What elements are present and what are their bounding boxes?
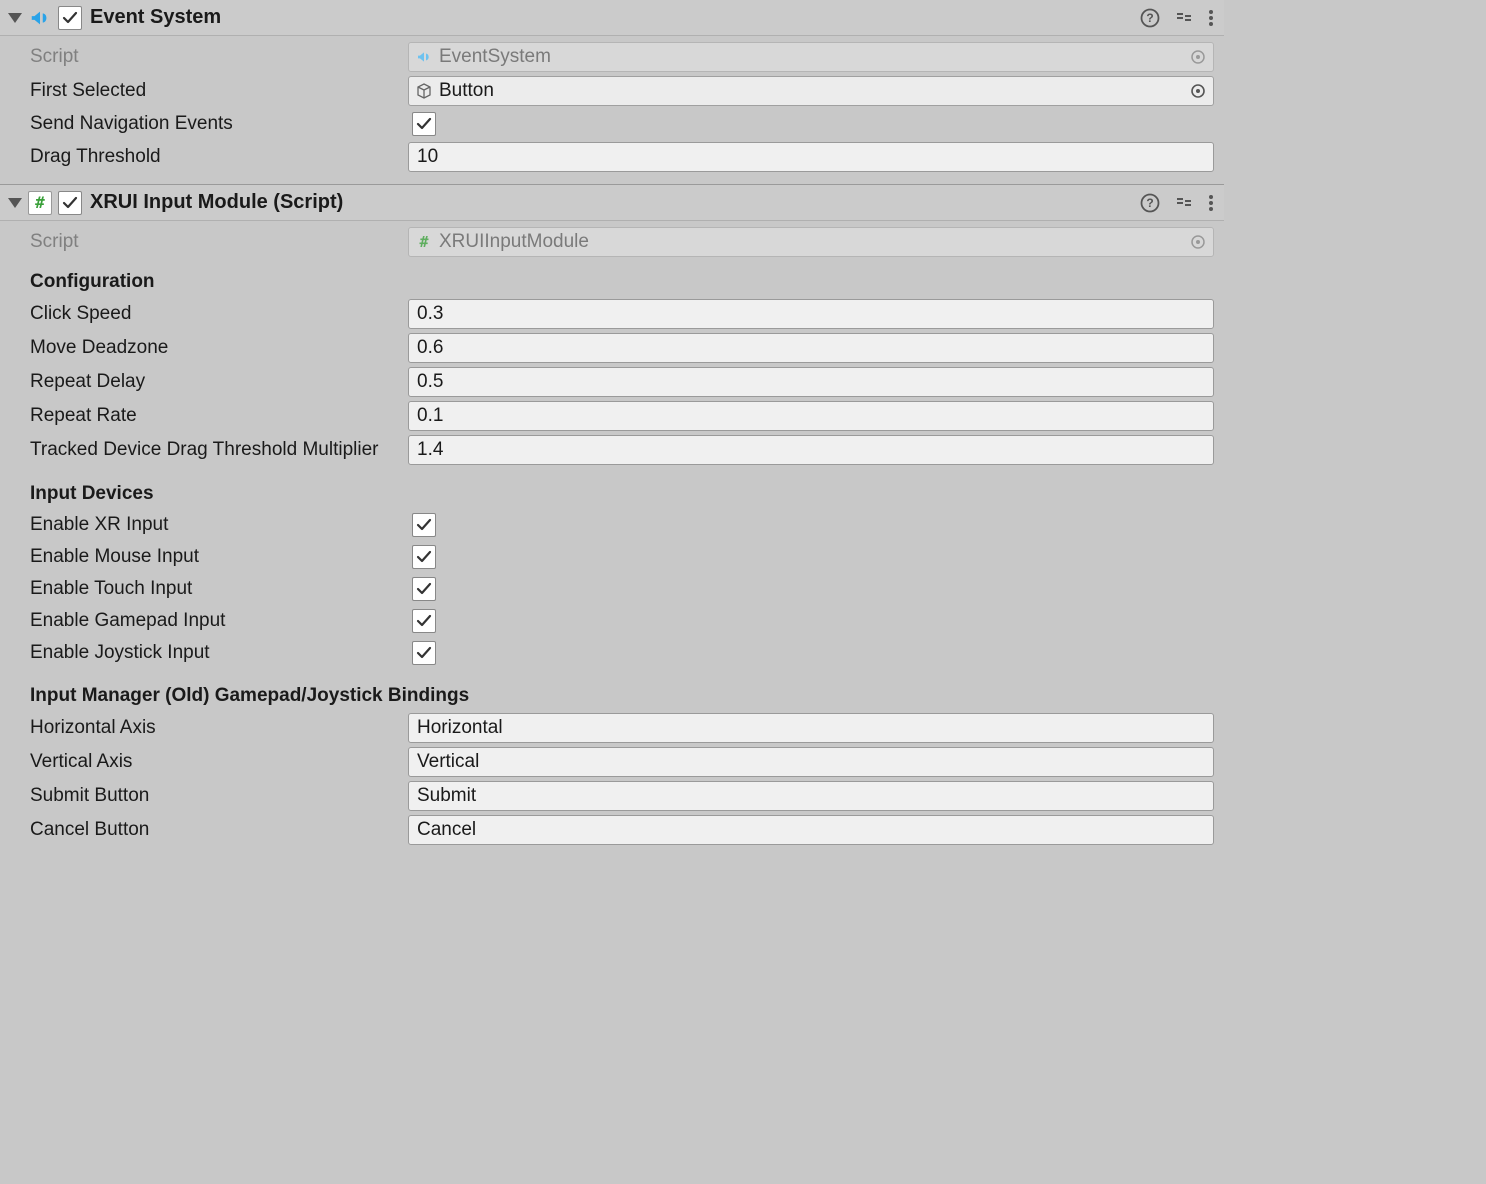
svg-text:?: ? — [1146, 196, 1153, 210]
enable-xr-label: Enable XR Input — [8, 514, 408, 536]
foldout-toggle-icon[interactable] — [8, 198, 22, 208]
move-deadzone-label: Move Deadzone — [8, 337, 408, 359]
repeat-delay-input[interactable] — [408, 367, 1214, 397]
help-icon[interactable]: ? — [1140, 8, 1160, 28]
script-label: Script — [8, 231, 408, 253]
drag-threshold-label: Drag Threshold — [8, 146, 408, 168]
enable-touch-label: Enable Touch Input — [8, 578, 408, 600]
repeat-rate-input[interactable] — [408, 401, 1214, 431]
drag-threshold-input[interactable] — [408, 142, 1214, 172]
enable-mouse-label: Enable Mouse Input — [8, 546, 408, 568]
script-label: Script — [8, 46, 408, 68]
component-enabled-checkbox[interactable] — [58, 191, 82, 215]
svg-text:?: ? — [1146, 11, 1153, 25]
csharp-small-icon: # — [415, 233, 433, 251]
section-input-devices: Input Devices — [8, 467, 1216, 509]
kebab-menu-icon[interactable] — [1208, 8, 1214, 28]
first-selected-label: First Selected — [8, 80, 408, 102]
component-title: Event System — [90, 6, 1140, 29]
object-picker-icon[interactable] — [1187, 80, 1209, 102]
kebab-menu-icon[interactable] — [1208, 193, 1214, 213]
object-picker-icon — [1187, 46, 1209, 68]
enable-touch-checkbox[interactable] — [412, 577, 436, 601]
gameobject-cube-icon — [415, 82, 433, 100]
repeat-delay-label: Repeat Delay — [8, 371, 408, 393]
horizontal-axis-input[interactable] — [408, 713, 1214, 743]
click-speed-label: Click Speed — [8, 303, 408, 325]
script-field: # XRUIInputModule — [408, 227, 1214, 257]
enable-gamepad-checkbox[interactable] — [412, 609, 436, 633]
component-event-system: Event System ? Script EventSystem F — [0, 0, 1224, 184]
repeat-rate-label: Repeat Rate — [8, 405, 408, 427]
horizontal-axis-label: Horizontal Axis — [8, 717, 408, 739]
cancel-button-input[interactable] — [408, 815, 1214, 845]
enable-joystick-checkbox[interactable] — [412, 641, 436, 665]
component-title: XRUI Input Module (Script) — [90, 191, 1140, 214]
cancel-button-label: Cancel Button — [8, 819, 408, 841]
submit-button-label: Submit Button — [8, 785, 408, 807]
event-system-icon — [28, 6, 52, 30]
enable-xr-checkbox[interactable] — [412, 513, 436, 537]
component-header: # XRUI Input Module (Script) ? — [0, 185, 1224, 221]
foldout-toggle-icon[interactable] — [8, 13, 22, 23]
move-deadzone-input[interactable] — [408, 333, 1214, 363]
submit-button-input[interactable] — [408, 781, 1214, 811]
send-navigation-checkbox[interactable] — [412, 112, 436, 136]
send-navigation-label: Send Navigation Events — [8, 113, 408, 135]
enable-gamepad-label: Enable Gamepad Input — [8, 610, 408, 632]
vertical-axis-label: Vertical Axis — [8, 751, 408, 773]
script-field: EventSystem — [408, 42, 1214, 72]
component-enabled-checkbox[interactable] — [58, 6, 82, 30]
object-picker-icon — [1187, 231, 1209, 253]
vertical-axis-input[interactable] — [408, 747, 1214, 777]
section-configuration: Configuration — [8, 259, 1216, 297]
component-header: Event System ? — [0, 0, 1224, 36]
csharp-script-icon: # — [28, 191, 52, 215]
tracked-multiplier-label: Tracked Device Drag Threshold Multiplier — [8, 439, 408, 461]
enable-joystick-label: Enable Joystick Input — [8, 642, 408, 664]
component-xrui-input-module: # XRUI Input Module (Script) ? Script # … — [0, 184, 1224, 857]
tracked-multiplier-input[interactable] — [408, 435, 1214, 465]
event-system-script-icon — [415, 48, 433, 66]
section-input-manager-bindings: Input Manager (Old) Gamepad/Joystick Bin… — [8, 669, 1216, 711]
click-speed-input[interactable] — [408, 299, 1214, 329]
enable-mouse-checkbox[interactable] — [412, 545, 436, 569]
help-icon[interactable]: ? — [1140, 193, 1160, 213]
presets-icon[interactable] — [1174, 8, 1194, 28]
presets-icon[interactable] — [1174, 193, 1194, 213]
first-selected-field[interactable]: Button — [408, 76, 1214, 106]
